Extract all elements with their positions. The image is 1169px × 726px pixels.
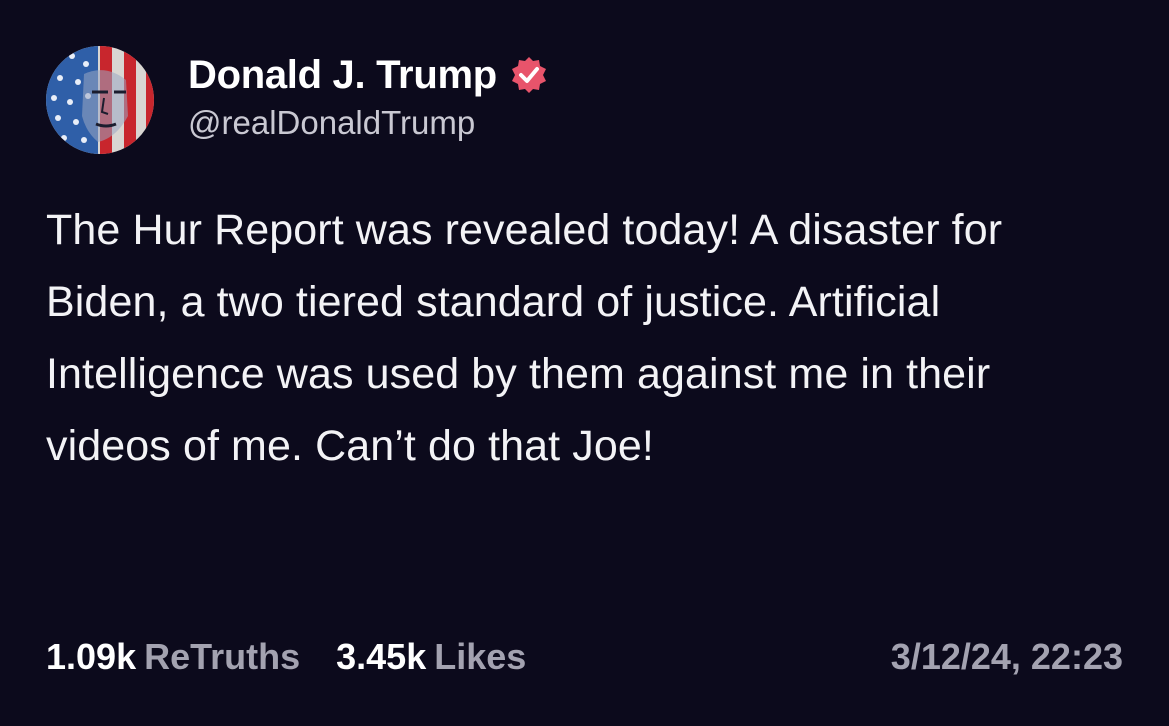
likes-count: 3.45k bbox=[336, 636, 427, 677]
post-header: Donald J. Trump @realDonaldTrump bbox=[46, 44, 1123, 156]
post-footer: 1.09k ReTruths 3.45k Likes 3/12/24, 22:2… bbox=[46, 636, 1123, 678]
avatar[interactable] bbox=[46, 46, 154, 154]
likes-label: Likes bbox=[434, 636, 527, 677]
author-info: Donald J. Trump @realDonaldTrump bbox=[188, 53, 549, 142]
likes-stat[interactable]: 3.45k Likes bbox=[336, 636, 526, 678]
retruths-stat[interactable]: 1.09k ReTruths bbox=[46, 636, 300, 678]
author-display-name[interactable]: Donald J. Trump bbox=[188, 53, 497, 98]
retruths-count: 1.09k bbox=[46, 636, 137, 677]
verified-badge-icon bbox=[509, 55, 549, 95]
flag-portrait-avatar-icon bbox=[46, 46, 154, 154]
author-handle[interactable]: @realDonaldTrump bbox=[188, 104, 549, 142]
post-timestamp: 3/12/24, 22:23 bbox=[890, 636, 1123, 677]
retruths-label: ReTruths bbox=[144, 636, 301, 677]
post-body-text: The Hur Report was revealed today! A dis… bbox=[46, 206, 1003, 470]
name-row: Donald J. Trump bbox=[188, 53, 549, 98]
truth-post: Donald J. Trump @realDonaldTrump The Hur… bbox=[0, 0, 1169, 726]
